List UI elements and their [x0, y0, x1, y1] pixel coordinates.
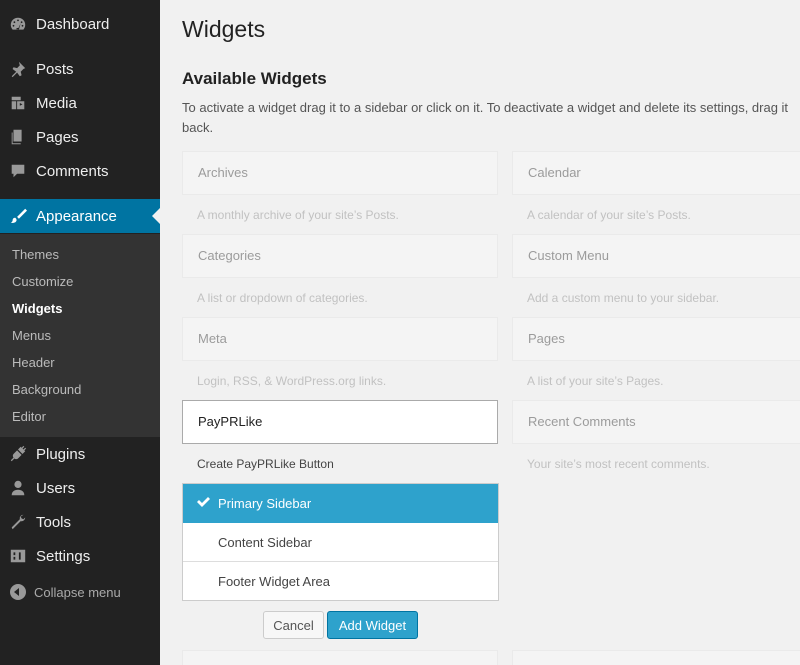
- widget-paypr-like[interactable]: PayPRLike: [182, 400, 498, 444]
- widget-description: Create PayPRLike Button: [197, 457, 334, 471]
- sidebar-chooser: Primary Sidebar Content Sidebar Footer W…: [182, 483, 499, 601]
- menu-label: Appearance: [36, 207, 117, 225]
- menu-label: Posts: [36, 60, 74, 78]
- widget-title: Recent Comments: [528, 414, 636, 429]
- page-title: Widgets: [182, 16, 266, 42]
- pages-icon: [9, 128, 27, 146]
- widget-title: Categories: [198, 248, 261, 263]
- menu-item-appearance[interactable]: Appearance: [0, 199, 160, 233]
- menu-item-media[interactable]: Media: [0, 86, 160, 120]
- menu-item-pages[interactable]: Pages: [0, 120, 160, 154]
- widget-meta[interactable]: Meta: [182, 317, 498, 361]
- widget-description: A list or dropdown of categories.: [197, 291, 368, 305]
- submenu-menus[interactable]: Menus: [12, 328, 51, 343]
- menu-label: Comments: [36, 162, 109, 180]
- menu-label: Pages: [36, 128, 79, 146]
- appearance-submenu: Themes Customize Widgets Menus Header Ba…: [0, 234, 160, 437]
- menu-label: Dashboard: [36, 15, 110, 33]
- chooser-option-content-sidebar[interactable]: Content Sidebar: [183, 523, 498, 562]
- chooser-option-primary-sidebar[interactable]: Primary Sidebar: [183, 484, 498, 523]
- add-widget-button[interactable]: Add Widget: [327, 611, 418, 639]
- settings-icon: [9, 547, 27, 565]
- brush-icon: [9, 207, 27, 225]
- submenu-editor[interactable]: Editor: [12, 409, 46, 424]
- menu-label: Media: [36, 94, 77, 112]
- checkmark-icon: [195, 494, 211, 510]
- dashboard-icon: [9, 15, 27, 33]
- widget-description: Login, RSS, & WordPress.org links.: [197, 374, 387, 388]
- widget-title: Archives: [198, 165, 248, 180]
- wrench-icon: [9, 513, 27, 531]
- widget-description: Your site’s most recent comments.: [527, 457, 710, 471]
- menu-label: Settings: [36, 547, 91, 565]
- menu-item-tools[interactable]: Tools: [0, 505, 160, 539]
- pin-icon: [9, 60, 27, 78]
- admin-sidebar: Dashboard Posts Media Pages Comments App…: [0, 0, 160, 665]
- widget-title: PayPRLike: [198, 414, 263, 429]
- widget-description: A monthly archive of your site’s Posts.: [197, 208, 399, 222]
- submenu-background[interactable]: Background: [12, 382, 81, 397]
- section-title: Available Widgets: [182, 69, 327, 88]
- collapse-menu-label: Collapse menu: [34, 584, 121, 600]
- widget-next-row[interactable]: [182, 650, 498, 665]
- description-line: back.: [182, 120, 214, 135]
- description-line: To activate a widget drag it to a sideba…: [182, 100, 789, 115]
- submenu-customize[interactable]: Customize: [12, 274, 73, 289]
- chooser-option-label: Primary Sidebar: [218, 496, 312, 511]
- widget-archives[interactable]: Archives: [182, 151, 498, 195]
- widget-description: A list of your site’s Pages.: [527, 374, 664, 388]
- widget-categories[interactable]: Categories: [182, 234, 498, 278]
- widget-description: Add a custom menu to your sidebar.: [527, 291, 720, 305]
- menu-label: Tools: [36, 513, 72, 531]
- widget-title: Pages: [528, 331, 565, 346]
- chooser-option-label: Footer Widget Area: [218, 574, 330, 589]
- menu-item-posts[interactable]: Posts: [0, 52, 160, 86]
- widget-title: Meta: [198, 331, 227, 346]
- submenu-widgets[interactable]: Widgets: [12, 301, 62, 316]
- chooser-option-footer-widget-area[interactable]: Footer Widget Area: [183, 562, 498, 601]
- menu-item-dashboard[interactable]: Dashboard: [0, 7, 160, 41]
- menu-item-comments[interactable]: Comments: [0, 154, 160, 188]
- submenu-header[interactable]: Header: [12, 355, 55, 370]
- widget-custom-menu[interactable]: Custom Menu: [512, 234, 800, 278]
- user-icon: [9, 479, 27, 497]
- plugin-icon: [9, 445, 27, 463]
- widgets-description: To activate a widget drag it to a sideba…: [182, 98, 800, 138]
- menu-label: Users: [36, 479, 76, 497]
- widget-title: Custom Menu: [528, 248, 609, 263]
- widget-pages[interactable]: Pages: [512, 317, 800, 361]
- collapse-arrow-icon: [10, 584, 26, 600]
- widget-calendar[interactable]: Calendar: [512, 151, 800, 195]
- widget-next-row[interactable]: [512, 650, 800, 665]
- widget-title: Calendar: [528, 165, 581, 180]
- menu-item-users[interactable]: Users: [0, 471, 160, 505]
- chooser-option-label: Content Sidebar: [218, 535, 312, 550]
- cancel-button[interactable]: Cancel: [263, 611, 324, 639]
- widget-recent-comments[interactable]: Recent Comments: [512, 400, 800, 444]
- menu-item-settings[interactable]: Settings: [0, 539, 160, 573]
- menu-label: Plugins: [36, 445, 86, 463]
- media-icon: [9, 94, 27, 112]
- submenu-themes[interactable]: Themes: [12, 247, 59, 262]
- comment-icon: [9, 162, 27, 180]
- collapse-menu-button[interactable]: Collapse menu: [0, 581, 160, 603]
- menu-item-plugins[interactable]: Plugins: [0, 437, 160, 471]
- widget-description: A calendar of your site’s Posts.: [527, 208, 691, 222]
